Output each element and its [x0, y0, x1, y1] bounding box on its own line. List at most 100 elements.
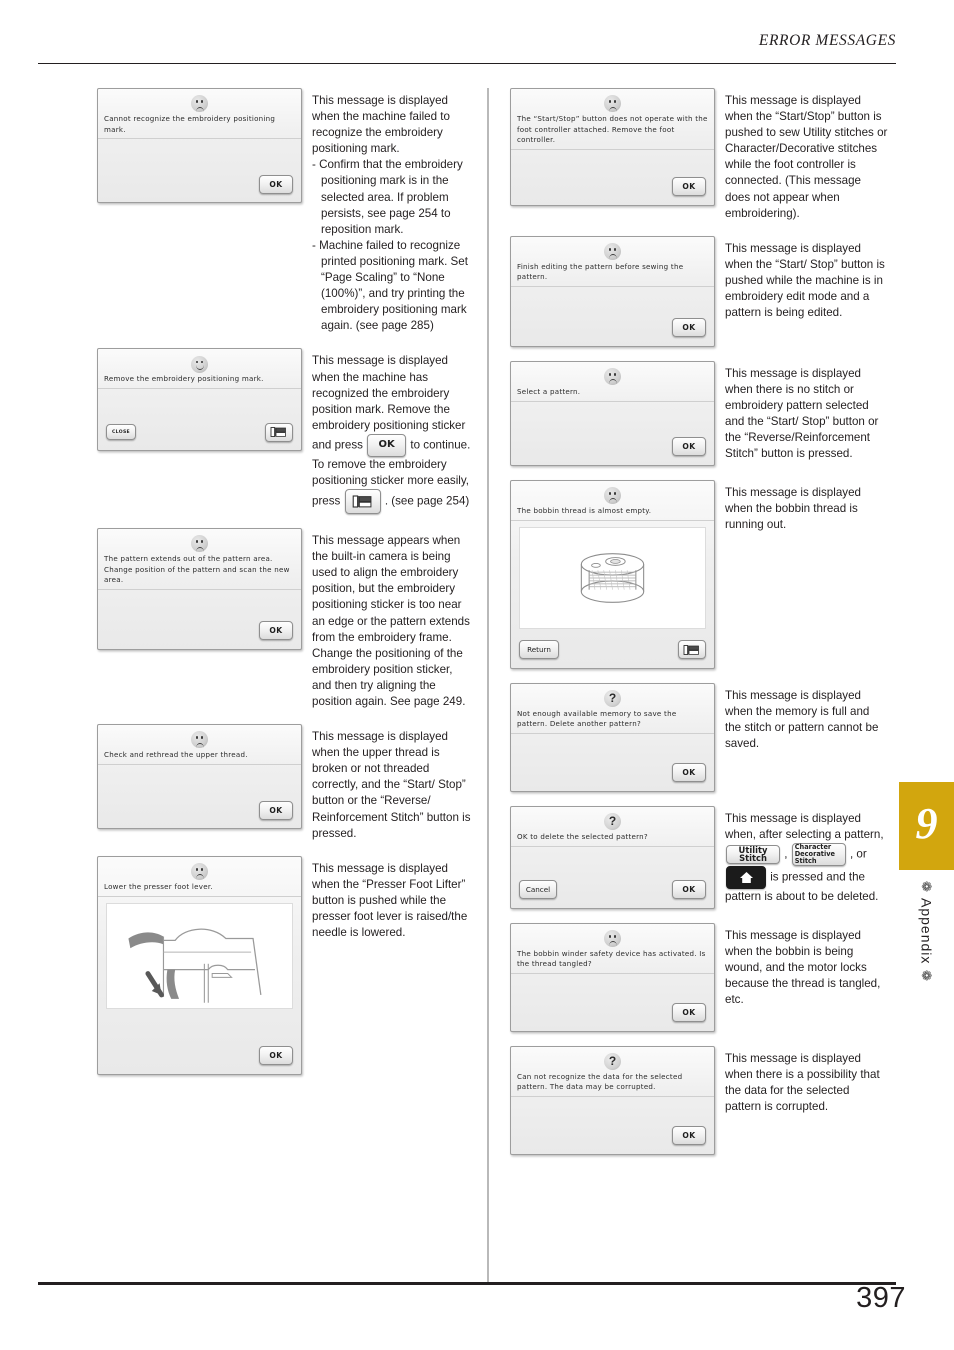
sad-face-icon	[604, 95, 621, 113]
error-entry-pattern-extends-out: The pattern extends out of the pattern a…	[97, 528, 475, 710]
question-mark-icon: ?	[604, 813, 621, 831]
dialog-message: Check and rethread the upper thread.	[98, 749, 301, 766]
utility-stitch-button-inline[interactable]: Utility Stitch	[726, 844, 780, 864]
note-paragraph: This message is displayed when the bobbi…	[725, 485, 861, 531]
dialog-spacer	[511, 974, 714, 998]
error-entry-select-a-pattern: Select a pattern. OK This message is dis…	[510, 360, 888, 466]
ok-button-inline[interactable]: OK	[367, 433, 407, 457]
note-paragraph: This message is displayed when the bobbi…	[725, 928, 881, 1007]
ok-button[interactable]: OK	[672, 177, 706, 196]
page-footer: 397	[0, 1260, 954, 1350]
ok-button[interactable]: OK	[672, 763, 706, 783]
presser-foot-lever-diagram	[128, 928, 262, 1003]
note-paragraph: This message is displayed when the machi…	[312, 94, 450, 156]
dialog-face-row: ?	[511, 684, 714, 708]
error-note: This message is displayed when there is …	[725, 1046, 888, 1115]
ornament-top-icon: ❁	[919, 881, 934, 892]
dialog-face-row	[98, 349, 301, 373]
note-paragraph: This message is displayed when the memor…	[725, 688, 879, 751]
header-rule	[38, 63, 896, 65]
error-entry-bobbin-thread-almost-empty: The bobbin thread is almost empty. Retur…	[510, 479, 888, 669]
error-entry-foot-controller-attached: The “Start/Stop” button does not operate…	[510, 88, 888, 222]
ok-button[interactable]: OK	[259, 174, 293, 194]
utility-stitch-label-line2: Stitch	[739, 853, 767, 864]
dialog-message: Cannot recognize the embroidery position…	[98, 113, 301, 139]
error-note: This message is displayed when the “Star…	[725, 88, 888, 222]
cancel-button[interactable]: Cancel	[519, 880, 557, 900]
return-button[interactable]: Return	[519, 640, 559, 660]
ok-button[interactable]: OK	[259, 800, 293, 820]
note-paragraph: This message is displayed when the “Star…	[725, 94, 888, 220]
character-decorative-stitch-button-inline[interactable]: Character Decorative Stitch	[791, 843, 846, 866]
bobbin-diagram	[580, 552, 645, 603]
note-paragraph: - Confirm that the embroidery positionin…	[312, 158, 463, 236]
chapter-tab: 9	[899, 782, 954, 870]
ok-button[interactable]: OK	[259, 621, 293, 641]
dialog-message: OK to delete the selected pattern?	[511, 831, 714, 847]
dialog-face-row	[511, 362, 714, 386]
dialog-face-row	[511, 89, 714, 113]
dialog-face-row	[98, 529, 301, 553]
dialog-actions: OK	[511, 172, 714, 205]
sad-face-icon	[191, 535, 208, 553]
note-paragraph: This message is displayed when the “Star…	[725, 241, 885, 320]
ok-button[interactable]: OK	[672, 318, 706, 338]
ok-button[interactable]: OK	[259, 1046, 293, 1066]
dialog-spacer	[511, 287, 714, 313]
machine-dialog: The “Start/Stop” button does not operate…	[510, 88, 715, 206]
machine-dialog: The pattern extends out of the pattern a…	[97, 528, 302, 650]
dialog-message: The pattern extends out of the pattern a…	[98, 553, 301, 590]
dialog-face-row: ?	[511, 807, 714, 831]
machine-dialog: The bobbin winder safety device has acti…	[510, 922, 715, 1032]
dialog-message: Remove the embroidery positioning mark.	[98, 373, 301, 390]
dialog-message: Finish editing the pattern before sewing…	[511, 261, 714, 287]
machine-dialog: ? OK to delete the selected pattern? Can…	[510, 805, 715, 909]
sad-face-icon	[191, 863, 208, 881]
dialog-actions: OK	[511, 758, 714, 791]
dialog-actions: OK	[98, 1041, 301, 1074]
machine-dialog: The bobbin thread is almost empty. Retur…	[510, 479, 715, 669]
dialog-spacer	[98, 139, 301, 169]
error-entry-not-enough-memory: ? Not enough available memory to save th…	[510, 682, 888, 792]
sad-face-icon	[604, 368, 621, 386]
column-divider	[487, 88, 489, 1282]
note-text-part: This message is displayed when, after se…	[725, 811, 884, 841]
sticker-removal-glyph	[270, 427, 286, 438]
close-button[interactable]: CLOSE	[106, 424, 136, 441]
sticker-removal-icon[interactable]	[265, 422, 293, 442]
note-paragraph: This message is displayed when the “Pres…	[312, 861, 468, 940]
dialog-face-row: ?	[511, 1047, 714, 1071]
ornament-bottom-icon: ❁	[919, 970, 934, 982]
dialog-actions: Return	[511, 635, 714, 668]
dialog-actions: Cancel OK	[511, 875, 714, 908]
ok-button[interactable]: OK	[672, 1126, 706, 1146]
dialog-spacer	[511, 402, 714, 432]
dialog-message: Not enough available memory to save the …	[511, 708, 714, 734]
dialog-message: Select a pattern.	[511, 386, 714, 402]
dialog-message: The “Start/Stop” button does not operate…	[511, 113, 714, 150]
machine-dialog: Finish editing the pattern before sewing…	[510, 235, 715, 347]
dialog-face-row	[511, 237, 714, 261]
error-entry-cannot-recognize-mark: Cannot recognize the embroidery position…	[97, 88, 475, 334]
bobbin-threading-icon[interactable]	[678, 640, 706, 660]
char-deco-label-line3: Stitch	[794, 857, 817, 866]
ok-button[interactable]: OK	[672, 437, 706, 457]
page-number: 397	[856, 1282, 906, 1314]
note-paragraph: This message is displayed when the upper…	[312, 730, 471, 840]
machine-dialog: Check and rethread the upper thread. OK	[97, 724, 302, 830]
error-entry-bobbin-winder-safety: The bobbin winder safety device has acti…	[510, 922, 888, 1032]
error-note: This message is displayed when the machi…	[312, 88, 475, 334]
ok-button[interactable]: OK	[672, 1003, 706, 1023]
note-text-part: , or	[849, 847, 867, 861]
error-entry-finish-editing-pattern: Finish editing the pattern before sewing…	[510, 235, 888, 347]
dialog-actions: OK	[511, 998, 714, 1031]
dialog-actions: OK	[511, 313, 714, 346]
home-button-inline[interactable]	[726, 865, 766, 889]
ok-button[interactable]: OK	[672, 880, 706, 900]
error-entry-cannot-recognize-data: ? Can not recognize the data for the sel…	[510, 1045, 888, 1155]
sticker-removal-button-inline[interactable]	[344, 489, 381, 515]
dialog-message: Can not recognize the data for the selec…	[511, 1071, 714, 1097]
error-note: This message is displayed when there is …	[725, 361, 888, 463]
dialog-actions: OK	[98, 616, 301, 649]
error-note: This message is displayed when the “Pres…	[312, 856, 475, 941]
